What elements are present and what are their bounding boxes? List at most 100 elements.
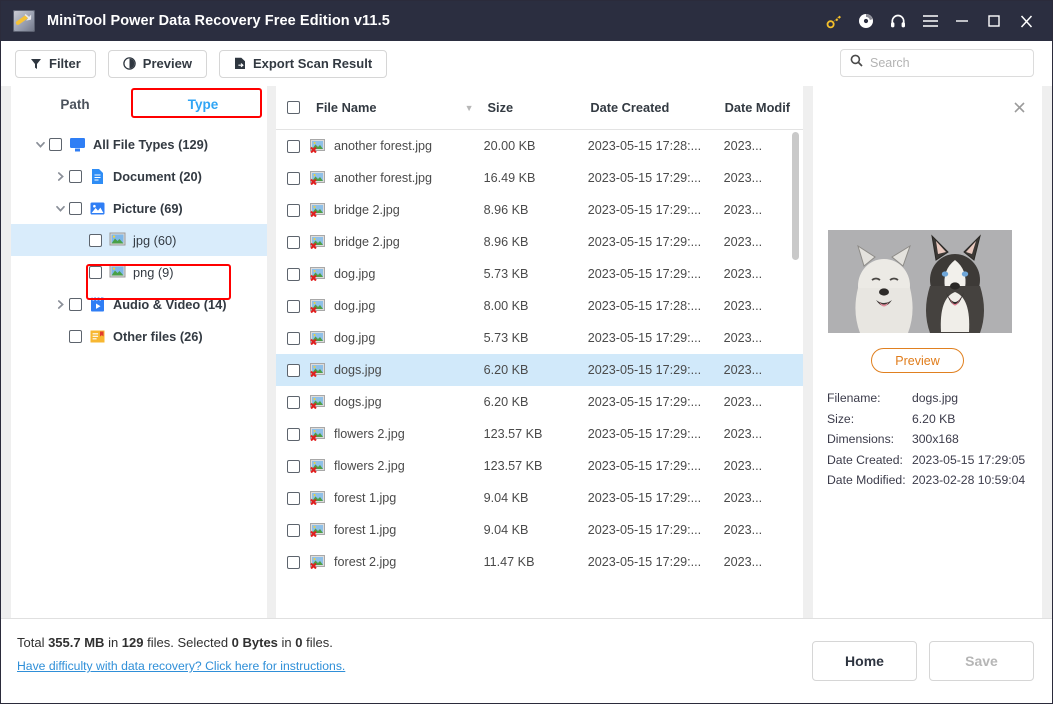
row-checkbox[interactable] xyxy=(287,492,300,505)
image-file-icon xyxy=(310,363,326,377)
filter-button-label: Filter xyxy=(49,56,81,71)
cell-date-modified: 2023... xyxy=(724,299,803,313)
minimize-icon[interactable] xyxy=(946,1,978,41)
row-checkbox[interactable] xyxy=(287,236,300,249)
tree-item-all-file-types-129[interactable]: All File Types (129) xyxy=(11,128,267,160)
column-header-date-modified[interactable]: Date Modif xyxy=(725,100,803,115)
row-checkbox[interactable] xyxy=(287,460,300,473)
image-file-icon xyxy=(109,264,126,281)
table-row[interactable]: forest 1.jpg9.04 KB2023-05-15 17:29:...2… xyxy=(276,482,803,514)
sort-descending-icon[interactable]: ▼ xyxy=(465,103,474,113)
row-checkbox[interactable] xyxy=(287,268,300,281)
home-button-label: Home xyxy=(845,653,884,669)
key-icon[interactable] xyxy=(818,1,850,41)
row-checkbox[interactable] xyxy=(287,524,300,537)
row-checkbox[interactable] xyxy=(287,140,300,153)
disc-icon[interactable] xyxy=(850,1,882,41)
tab-path[interactable]: Path xyxy=(11,86,139,122)
tree-item-checkbox[interactable] xyxy=(69,330,82,343)
file-name-label: dog.jpg xyxy=(334,267,375,281)
status-text: Total 355.7 MB in 129 files. Selected 0 … xyxy=(17,635,333,650)
metadata-key: Size: xyxy=(827,412,912,426)
filter-button[interactable]: Filter xyxy=(15,50,96,78)
row-checkbox[interactable] xyxy=(287,556,300,569)
app-logo-icon xyxy=(13,10,35,32)
tree-item-checkbox[interactable] xyxy=(69,170,82,183)
row-checkbox[interactable] xyxy=(287,396,300,409)
tree-item-document-20[interactable]: Document (20) xyxy=(11,160,267,192)
table-row[interactable]: another forest.jpg20.00 KB2023-05-15 17:… xyxy=(276,130,803,162)
tree-item-label: Picture (69) xyxy=(113,201,183,216)
row-checkbox[interactable] xyxy=(287,364,300,377)
tree-item-checkbox[interactable] xyxy=(89,266,102,279)
preview-button[interactable]: Preview xyxy=(108,50,207,78)
table-row[interactable]: forest 1.jpg9.04 KB2023-05-15 17:29:...2… xyxy=(276,514,803,546)
tab-type[interactable]: Type xyxy=(139,86,267,122)
column-header-size[interactable]: Size xyxy=(487,100,590,115)
tree-item-checkbox[interactable] xyxy=(89,234,102,247)
row-checkbox[interactable] xyxy=(287,172,300,185)
table-row[interactable]: dogs.jpg6.20 KB2023-05-15 17:29:...2023.… xyxy=(276,354,803,386)
cell-date-created: 2023-05-15 17:29:... xyxy=(588,459,724,473)
table-row[interactable]: forest 2.jpg11.47 KB2023-05-15 17:29:...… xyxy=(276,546,803,578)
headphones-icon[interactable] xyxy=(882,1,914,41)
cell-size: 6.20 KB xyxy=(484,363,588,377)
image-file-icon xyxy=(310,203,326,217)
table-row[interactable]: dog.jpg5.73 KB2023-05-15 17:29:...2023..… xyxy=(276,322,803,354)
preview-close-icon[interactable] xyxy=(1010,98,1028,116)
search-input[interactable] xyxy=(870,56,1024,70)
export-scan-result-button[interactable]: Export Scan Result xyxy=(219,50,387,78)
tree-item-checkbox[interactable] xyxy=(69,298,82,311)
save-button[interactable]: Save xyxy=(929,641,1034,681)
tree-item-audio-video-14[interactable]: Audio & Video (14) xyxy=(11,288,267,320)
cell-date-modified: 2023... xyxy=(724,555,803,569)
tree-item-checkbox[interactable] xyxy=(69,202,82,215)
maximize-icon[interactable] xyxy=(978,1,1010,41)
tree-item-picture-69[interactable]: Picture (69) xyxy=(11,192,267,224)
table-row[interactable]: flowers 2.jpg123.57 KB2023-05-15 17:29:.… xyxy=(276,418,803,450)
help-link[interactable]: Have difficulty with data recovery? Clic… xyxy=(17,659,345,673)
tree-item-png-9[interactable]: png (9) xyxy=(11,256,267,288)
image-file-icon xyxy=(310,235,326,249)
chevron-right-icon[interactable] xyxy=(51,295,69,313)
cell-file-name: dog.jpg xyxy=(310,267,484,281)
other-files-icon xyxy=(89,328,106,345)
table-row[interactable]: bridge 2.jpg8.96 KB2023-05-15 17:29:...2… xyxy=(276,194,803,226)
menu-icon[interactable] xyxy=(914,1,946,41)
tree-panel: Path Type All File Types (129)Document (… xyxy=(11,86,267,618)
preview-image-button[interactable]: Preview xyxy=(871,348,964,373)
table-row[interactable]: flowers 2.jpg123.57 KB2023-05-15 17:29:.… xyxy=(276,450,803,482)
image-file-icon xyxy=(310,267,326,281)
row-checkbox[interactable] xyxy=(287,300,300,313)
tree-item-checkbox[interactable] xyxy=(49,138,62,151)
table-row[interactable]: dog.jpg5.73 KB2023-05-15 17:29:...2023..… xyxy=(276,258,803,290)
chevron-right-icon[interactable] xyxy=(51,167,69,185)
cell-file-name: dogs.jpg xyxy=(310,395,484,409)
metadata-key: Date Created: xyxy=(827,453,912,467)
file-name-label: dogs.jpg xyxy=(334,395,382,409)
column-header-file-name[interactable]: File Name xyxy=(316,100,376,115)
file-name-label: flowers 2.jpg xyxy=(334,427,405,441)
search-box[interactable] xyxy=(840,49,1034,77)
cell-size: 8.96 KB xyxy=(484,203,588,217)
column-header-date-created[interactable]: Date Created xyxy=(590,100,724,115)
row-checkbox[interactable] xyxy=(287,332,300,345)
close-icon[interactable] xyxy=(1010,1,1042,41)
status-mid-1: in xyxy=(104,635,121,650)
file-name-label: flowers 2.jpg xyxy=(334,459,405,473)
image-file-icon xyxy=(310,523,326,537)
table-row[interactable]: bridge 2.jpg8.96 KB2023-05-15 17:29:...2… xyxy=(276,226,803,258)
row-checkbox[interactable] xyxy=(287,428,300,441)
table-row[interactable]: dog.jpg8.00 KB2023-05-15 17:28:...2023..… xyxy=(276,290,803,322)
table-row[interactable]: another forest.jpg16.49 KB2023-05-15 17:… xyxy=(276,162,803,194)
row-checkbox[interactable] xyxy=(287,204,300,217)
select-all-checkbox[interactable] xyxy=(287,101,300,114)
tree-item-jpg-60[interactable]: jpg (60) xyxy=(11,224,267,256)
tree-item-other-files-26[interactable]: Other files (26) xyxy=(11,320,267,352)
file-list-scrollbar[interactable] xyxy=(792,132,799,260)
file-name-label: another forest.jpg xyxy=(334,171,432,185)
table-row[interactable]: dogs.jpg6.20 KB2023-05-15 17:29:...2023.… xyxy=(276,386,803,418)
home-button[interactable]: Home xyxy=(812,641,917,681)
chevron-down-icon[interactable] xyxy=(51,199,69,217)
chevron-down-icon[interactable] xyxy=(31,135,49,153)
